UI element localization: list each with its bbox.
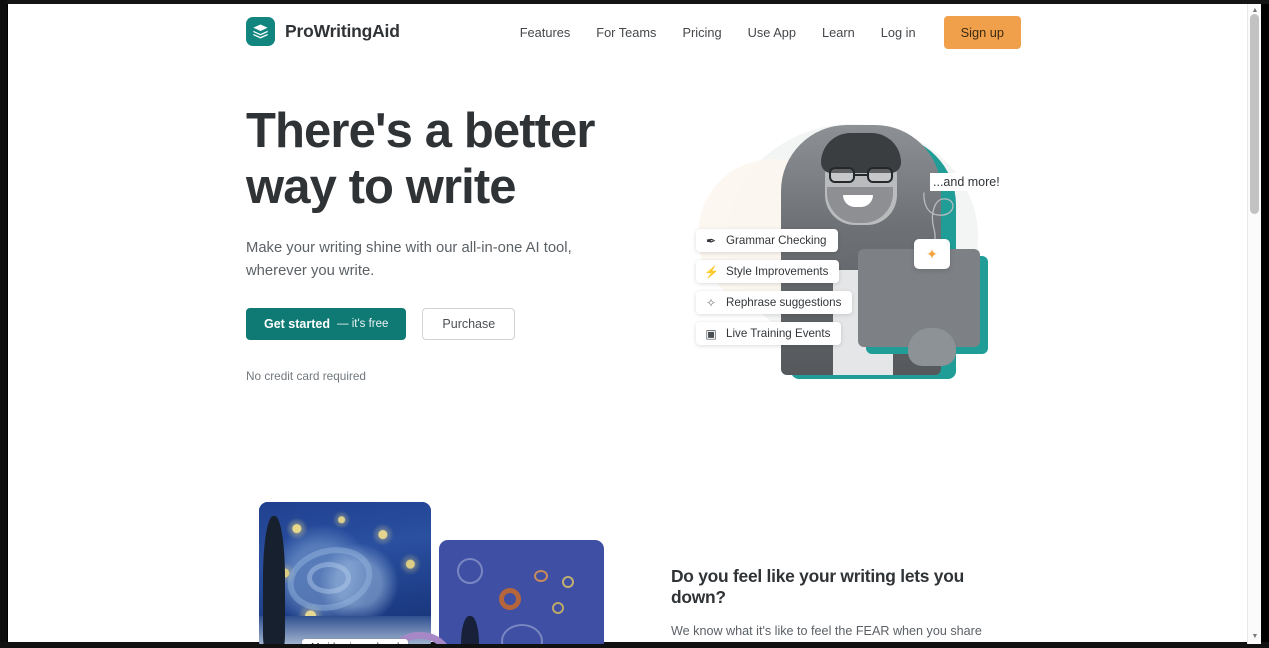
simplified-painting-card xyxy=(439,540,604,644)
sign-up-button[interactable]: Sign up xyxy=(943,16,1021,49)
person-hand xyxy=(908,328,956,366)
page-title: There's a better way to write xyxy=(246,104,646,216)
scroll-up-arrow[interactable]: ▲ xyxy=(1251,7,1259,14)
star-shape xyxy=(562,576,574,588)
painting-cypress xyxy=(263,516,285,644)
hero-title-line-2: way to write xyxy=(246,159,517,214)
no-credit-card-note: No credit card required xyxy=(246,369,366,384)
lens-right xyxy=(867,167,893,183)
lower-section-copy: Do you feel like your writing lets you d… xyxy=(671,566,1023,644)
star-shape xyxy=(499,588,521,610)
hero-cta-row: Get started — it's free Purchase xyxy=(246,308,646,341)
pill-label: Grammar Checking xyxy=(726,234,827,247)
vertical-scrollbar[interactable]: ▲ ▼ xyxy=(1247,4,1261,644)
hero-copy: There's a better way to write Make your … xyxy=(246,104,646,383)
sparkles-icon: ✦ xyxy=(914,239,950,269)
pill-grammar-checking[interactable]: ✒ Grammar Checking xyxy=(696,229,838,252)
section-heading: Do you feel like your writing lets you d… xyxy=(671,566,964,607)
pill-label: Style Improvements xyxy=(726,265,829,278)
magic-wand-icon: ✧ xyxy=(705,295,717,310)
nav-for-teams[interactable]: For Teams xyxy=(583,25,669,40)
starry-night-painting xyxy=(259,502,431,644)
pill-live-training-events[interactable]: ▣ Live Training Events xyxy=(696,322,842,345)
star-shape xyxy=(552,602,564,614)
get-started-free-label: — it's free xyxy=(337,318,389,331)
and-more-label: ...and more! xyxy=(930,173,1003,191)
hero-illustration: ✦ ...and more! ✒ Grammar Checking ⚡ Styl… xyxy=(668,99,1038,399)
purchase-button[interactable]: Purchase xyxy=(422,308,516,341)
pill-rephrase-suggestions[interactable]: ✧ Rephrase suggestions xyxy=(696,291,853,314)
starry-night-illustration: My idea in my head xyxy=(253,502,604,644)
section-paragraph: We know what it's like to feel the FEAR … xyxy=(671,624,982,638)
video-camera-icon: ▣ xyxy=(705,326,717,341)
glasses-bridge xyxy=(855,174,867,177)
site-header: ProWritingAid Features For Teams Pricing… xyxy=(8,4,1261,61)
pill-label: Rephrase suggestions xyxy=(726,296,842,309)
page-frame: ProWritingAid Features For Teams Pricing… xyxy=(8,4,1261,644)
swirl-shape xyxy=(501,624,543,644)
main-navigation: Features For Teams Pricing Use App Learn… xyxy=(507,4,1021,61)
nav-log-in[interactable]: Log in xyxy=(868,25,929,40)
nav-use-app[interactable]: Use App xyxy=(735,25,809,40)
nav-features[interactable]: Features xyxy=(507,25,584,40)
swirl-shape xyxy=(457,558,483,584)
lens-left xyxy=(829,167,855,183)
hero-title-line-1: There's a better xyxy=(246,104,595,158)
get-started-button[interactable]: Get started — it's free xyxy=(246,308,407,341)
eyeglasses-icon xyxy=(827,167,895,183)
book-pages-icon xyxy=(246,17,275,46)
brand-name: ProWritingAid xyxy=(285,21,400,41)
browser-viewport: ProWritingAid Features For Teams Pricing… xyxy=(0,0,1269,648)
pill-label: Live Training Events xyxy=(726,327,831,340)
window-left-edge xyxy=(0,0,7,648)
lightning-bolt-icon: ⚡ xyxy=(704,264,719,279)
page-content: ProWritingAid Features For Teams Pricing… xyxy=(8,4,1261,644)
pill-style-improvements[interactable]: ⚡ Style Improvements xyxy=(696,260,840,283)
brand-logo[interactable]: ProWritingAid xyxy=(246,17,400,46)
feature-pill-list: ✒ Grammar Checking ⚡ Style Improvements … xyxy=(696,229,853,345)
image-caption: My idea in my head xyxy=(302,639,409,644)
scroll-down-arrow[interactable]: ▼ xyxy=(1251,633,1259,640)
hero-subtitle: Make your writing shine with our all-in-… xyxy=(246,239,572,279)
star-shape xyxy=(534,570,548,582)
cypress-tree-shape xyxy=(461,616,479,644)
nav-pricing[interactable]: Pricing xyxy=(669,25,734,40)
scrollbar-thumb[interactable] xyxy=(1250,14,1259,214)
window-bottom-edge xyxy=(0,642,1269,648)
get-started-label: Get started xyxy=(264,317,330,332)
quill-pen-icon: ✒ xyxy=(705,233,717,248)
nav-learn[interactable]: Learn xyxy=(809,25,868,40)
painting-swirl-inner xyxy=(307,562,351,594)
